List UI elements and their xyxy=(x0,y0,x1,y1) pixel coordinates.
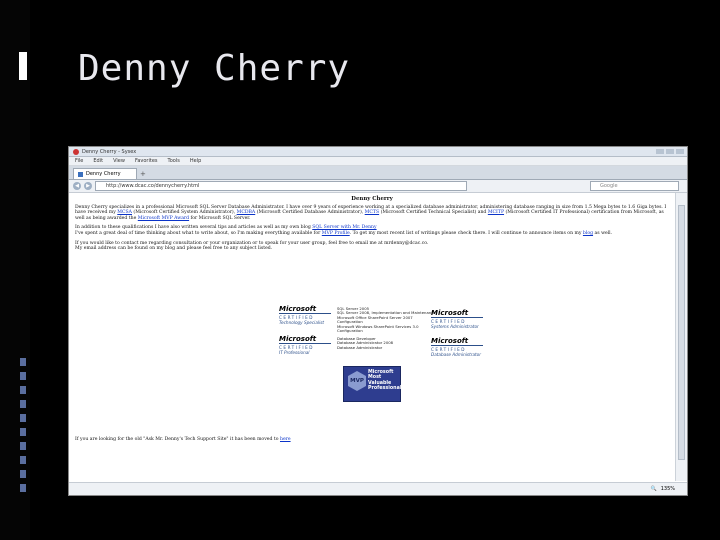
certified-label: CERTIFIED xyxy=(431,316,483,325)
mcdba-link[interactable]: MCDBA xyxy=(237,210,256,215)
accent-bar xyxy=(20,442,26,450)
page-favicon-icon xyxy=(78,171,83,177)
new-tab-icon[interactable]: + xyxy=(140,170,148,178)
here-link[interactable]: here xyxy=(280,437,291,442)
menu-view[interactable]: View xyxy=(113,158,125,164)
menu-help[interactable]: Help xyxy=(190,158,201,164)
search-input[interactable]: Google xyxy=(590,181,679,191)
badge-subtitle: Systems Administrator xyxy=(431,324,479,330)
accent-bar xyxy=(20,372,26,380)
maximize-button[interactable] xyxy=(666,149,674,154)
page-content: Denny Cherry Denny Cherry specializes in… xyxy=(69,193,675,481)
badge-subtitle: Technology Specialist xyxy=(279,320,325,326)
accent-bar xyxy=(20,484,26,492)
cert-item: Configuration xyxy=(337,328,363,334)
tab-label: Denny Cherry xyxy=(86,171,121,177)
menu-bar: File Edit View Favorites Tools Help xyxy=(69,157,687,166)
zoom-level[interactable]: 135% xyxy=(661,486,675,492)
writing-text: as well. xyxy=(593,230,613,236)
menu-favorites[interactable]: Favorites xyxy=(135,158,158,164)
mvp-line: Most Valuable xyxy=(368,375,392,386)
badge-subtitle: IT Professional xyxy=(279,350,310,356)
status-bar: 🔍 135% xyxy=(69,482,687,495)
accent-bar xyxy=(20,470,26,478)
writing-text: In addition to these qualifications I ha… xyxy=(75,225,313,231)
mcts-link[interactable]: MCTS xyxy=(365,210,379,215)
mcsa-badge: Microsoft CERTIFIED Systems Administrato… xyxy=(431,310,483,330)
mcts-badge: Microsoft CERTIFIED Technology Specialis… xyxy=(279,306,331,326)
slide-title: Denny Cherry xyxy=(78,48,351,89)
close-button[interactable] xyxy=(676,149,684,154)
email-paragraph: My email address can be found on my blog… xyxy=(75,246,273,252)
minimize-button[interactable] xyxy=(656,149,664,154)
menu-tools[interactable]: Tools xyxy=(168,158,180,164)
title-marker xyxy=(19,52,27,80)
accent-bar xyxy=(20,386,26,394)
mcdba-badge: Microsoft CERTIFIED Database Administrat… xyxy=(431,338,483,358)
blog-link-2[interactable]: blog xyxy=(583,231,593,236)
mvp-hex-icon: MVP xyxy=(348,371,366,391)
page-heading: Denny Cherry xyxy=(351,196,393,202)
browser-screenshot: Denny Cherry - Sysex File Edit View Favo… xyxy=(68,146,688,496)
intro-paragraph: Denny Cherry specializes in a profession… xyxy=(75,205,669,222)
certified-label: CERTIFIED xyxy=(279,312,331,321)
back-arrow-icon[interactable]: ◀ xyxy=(73,182,81,190)
mvp-text: Microsoft Most Valuable Professional xyxy=(368,370,401,392)
footer-text: If you are looking for the old "Ask Mr. … xyxy=(75,437,280,442)
zoom-icon[interactable]: 🔍 xyxy=(650,486,656,492)
menu-file[interactable]: File xyxy=(75,158,83,164)
tab-bar: Denny Cherry + xyxy=(69,166,687,180)
cert-list-it-pro: Database Developer Database Administrato… xyxy=(337,336,393,350)
window-titlebar: Denny Cherry - Sysex xyxy=(69,147,687,157)
intro-text: (Microsoft Certified Technical Specialis… xyxy=(379,210,488,216)
mvp-line: Professional xyxy=(368,386,402,392)
browser-icon xyxy=(73,148,79,155)
intro-text: (Microsoft Certified Database Administra… xyxy=(255,210,365,216)
accent-bar xyxy=(20,428,26,436)
mvp-profile-link[interactable]: MVP Profile xyxy=(322,231,350,236)
writing-text: I've spent a great deal of time thinking… xyxy=(75,230,322,236)
certified-label: CERTIFIED xyxy=(279,342,331,351)
accent-bar xyxy=(20,414,26,422)
window-title: Denny Cherry - Sysex xyxy=(82,148,137,155)
mcitp-link[interactable]: MCITP xyxy=(488,210,504,215)
writing-paragraph: In addition to these qualifications I ha… xyxy=(75,225,669,236)
menu-edit[interactable]: Edit xyxy=(93,158,103,164)
tab-denny-cherry[interactable]: Denny Cherry xyxy=(73,168,137,179)
vertical-scrollbar[interactable] xyxy=(675,193,687,481)
navigation-bar: ◀ ▶ http://www.dcac.co/dennycherry.html … xyxy=(69,180,687,193)
window-controls xyxy=(656,149,687,154)
mvp-badge: MVP Microsoft Most Valuable Professional xyxy=(343,366,401,402)
forward-arrow-icon[interactable]: ▶ xyxy=(84,182,92,190)
certified-label: CERTIFIED xyxy=(431,344,483,353)
mcsa-link[interactable]: MCSA xyxy=(117,210,132,215)
writing-text: . To get my most recent list of writings… xyxy=(349,230,583,236)
intro-text: for Microsoft SQL Server. xyxy=(189,215,251,221)
footer-paragraph: If you are looking for the old "Ask Mr. … xyxy=(75,437,291,443)
mcitp-badge: Microsoft CERTIFIED IT Professional xyxy=(279,336,331,356)
badge-subtitle: Database Administrator xyxy=(431,352,481,358)
scrollbar-thumb[interactable] xyxy=(678,205,685,460)
mvp-award-link[interactable]: Microsoft MVP Award xyxy=(138,216,189,221)
address-bar[interactable]: http://www.dcac.co/dennycherry.html xyxy=(95,181,467,191)
cert-list-technology: SQL Server 2005 SQL Server 2008, Impleme… xyxy=(337,306,436,334)
accent-bar xyxy=(20,400,26,408)
cert-item: Database Administrator xyxy=(337,344,383,350)
blog-link[interactable]: SQL Server with Mr. Denny xyxy=(312,225,376,230)
intro-text: (Microsoft Certified System Administrato… xyxy=(131,210,237,216)
slide-accent-bars xyxy=(20,358,26,498)
accent-bar xyxy=(20,358,26,366)
accent-bar xyxy=(20,456,26,464)
